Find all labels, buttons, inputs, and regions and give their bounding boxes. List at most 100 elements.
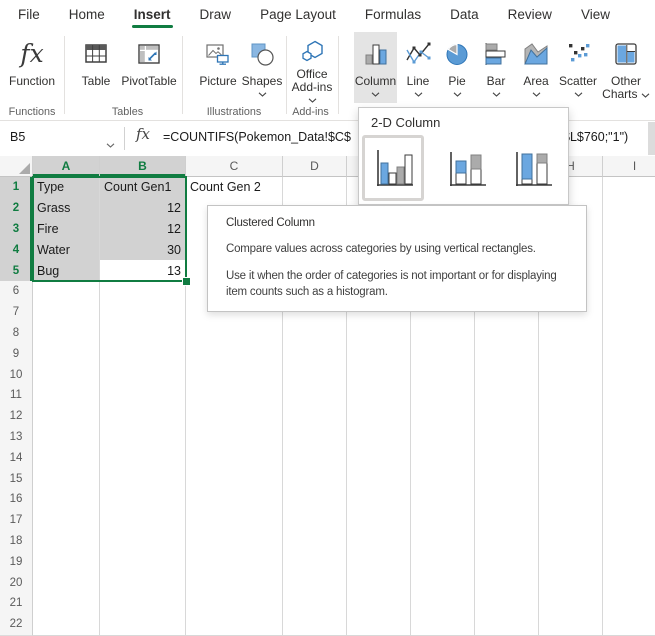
cell-D18[interactable] <box>283 531 347 553</box>
cell-A20[interactable] <box>33 572 100 594</box>
cell-B8[interactable] <box>100 323 186 345</box>
cell-C18[interactable] <box>186 531 283 553</box>
cell-E17[interactable] <box>347 510 411 532</box>
cell-I3[interactable] <box>603 219 655 241</box>
row-header-15[interactable]: 15 <box>0 468 33 490</box>
cell-E15[interactable] <box>347 468 411 490</box>
column-chart-button[interactable]: Column <box>354 32 397 103</box>
cell-F8[interactable] <box>411 323 475 345</box>
cell-B18[interactable] <box>100 531 186 553</box>
cell-E12[interactable] <box>347 406 411 428</box>
column-header-B[interactable]: B <box>100 156 186 177</box>
row-header-22[interactable]: 22 <box>0 614 33 636</box>
cell-B19[interactable] <box>100 551 186 573</box>
cell-D8[interactable] <box>283 323 347 345</box>
row-header-12[interactable]: 12 <box>0 406 33 428</box>
shapes-button[interactable]: Shapes <box>240 32 284 103</box>
cell-C15[interactable] <box>186 468 283 490</box>
cell-B14[interactable] <box>100 447 186 469</box>
cell-F19[interactable] <box>411 551 475 573</box>
row-header-21[interactable]: 21 <box>0 593 33 615</box>
cell-B11[interactable] <box>100 385 186 407</box>
cell-E14[interactable] <box>347 447 411 469</box>
cell-A12[interactable] <box>33 406 100 428</box>
cell-F12[interactable] <box>411 406 475 428</box>
cell-I11[interactable] <box>603 385 655 407</box>
cell-G10[interactable] <box>475 364 539 386</box>
cell-D17[interactable] <box>283 510 347 532</box>
cell-A1[interactable]: Type <box>33 177 100 199</box>
table-button[interactable]: Table <box>71 32 121 103</box>
cell-C13[interactable] <box>186 427 283 449</box>
menu-tab-file[interactable]: File <box>18 0 40 30</box>
cell-I9[interactable] <box>603 343 655 365</box>
cell-B1[interactable]: Count Gen1 <box>100 177 186 199</box>
cell-I2[interactable] <box>603 198 655 220</box>
cell-B4[interactable]: 30 <box>100 239 186 261</box>
cell-D22[interactable] <box>283 614 347 636</box>
cell-H21[interactable] <box>539 593 603 615</box>
cell-A2[interactable]: Grass <box>33 198 100 220</box>
cell-C21[interactable] <box>186 593 283 615</box>
cell-A10[interactable] <box>33 364 100 386</box>
cell-G19[interactable] <box>475 551 539 573</box>
row-header-14[interactable]: 14 <box>0 447 33 469</box>
cell-D19[interactable] <box>283 551 347 573</box>
cell-E18[interactable] <box>347 531 411 553</box>
cell-H18[interactable] <box>539 531 603 553</box>
column-header-I[interactable]: I <box>603 156 655 177</box>
cell-C12[interactable] <box>186 406 283 428</box>
office-addins-button[interactable]: Office Add-ins <box>289 32 335 103</box>
menu-tab-data[interactable]: Data <box>450 0 479 30</box>
cell-A15[interactable] <box>33 468 100 490</box>
cell-A6[interactable] <box>33 281 100 303</box>
cell-D14[interactable] <box>283 447 347 469</box>
cell-F10[interactable] <box>411 364 475 386</box>
name-box[interactable]: B5 <box>0 121 124 155</box>
cell-E20[interactable] <box>347 572 411 594</box>
cell-I16[interactable] <box>603 489 655 511</box>
row-header-1[interactable]: 1 <box>0 177 33 199</box>
row-header-13[interactable]: 13 <box>0 427 33 449</box>
column-header-A[interactable]: A <box>33 156 100 177</box>
cell-H14[interactable] <box>539 447 603 469</box>
cell-A16[interactable] <box>33 489 100 511</box>
cell-D20[interactable] <box>283 572 347 594</box>
cell-C10[interactable] <box>186 364 283 386</box>
cell-A3[interactable]: Fire <box>33 219 100 241</box>
scrollbar-edge[interactable] <box>648 122 655 155</box>
cell-I8[interactable] <box>603 323 655 345</box>
cell-G13[interactable] <box>475 427 539 449</box>
row-header-4[interactable]: 4 <box>0 239 33 261</box>
cell-B20[interactable] <box>100 572 186 594</box>
line-chart-button[interactable]: Line <box>400 32 436 103</box>
cell-D10[interactable] <box>283 364 347 386</box>
menu-tab-home[interactable]: Home <box>69 0 105 30</box>
menu-tab-view[interactable]: View <box>581 0 610 30</box>
column-header-D[interactable]: D <box>283 156 347 177</box>
cell-G21[interactable] <box>475 593 539 615</box>
cell-D11[interactable] <box>283 385 347 407</box>
cell-I1[interactable] <box>603 177 655 199</box>
cell-F9[interactable] <box>411 343 475 365</box>
fill-handle[interactable] <box>182 277 191 286</box>
cell-H16[interactable] <box>539 489 603 511</box>
cell-F21[interactable] <box>411 593 475 615</box>
cell-H10[interactable] <box>539 364 603 386</box>
cell-B17[interactable] <box>100 510 186 532</box>
row-header-16[interactable]: 16 <box>0 489 33 511</box>
cell-B2[interactable]: 12 <box>100 198 186 220</box>
cell-F16[interactable] <box>411 489 475 511</box>
cell-B16[interactable] <box>100 489 186 511</box>
cell-F17[interactable] <box>411 510 475 532</box>
cell-B10[interactable] <box>100 364 186 386</box>
cell-I15[interactable] <box>603 468 655 490</box>
cell-I12[interactable] <box>603 406 655 428</box>
row-header-18[interactable]: 18 <box>0 531 33 553</box>
function-button[interactable]: fx Function <box>6 32 58 103</box>
cell-C20[interactable] <box>186 572 283 594</box>
cell-C9[interactable] <box>186 343 283 365</box>
cell-D15[interactable] <box>283 468 347 490</box>
cell-B7[interactable] <box>100 302 186 324</box>
cell-I18[interactable] <box>603 531 655 553</box>
